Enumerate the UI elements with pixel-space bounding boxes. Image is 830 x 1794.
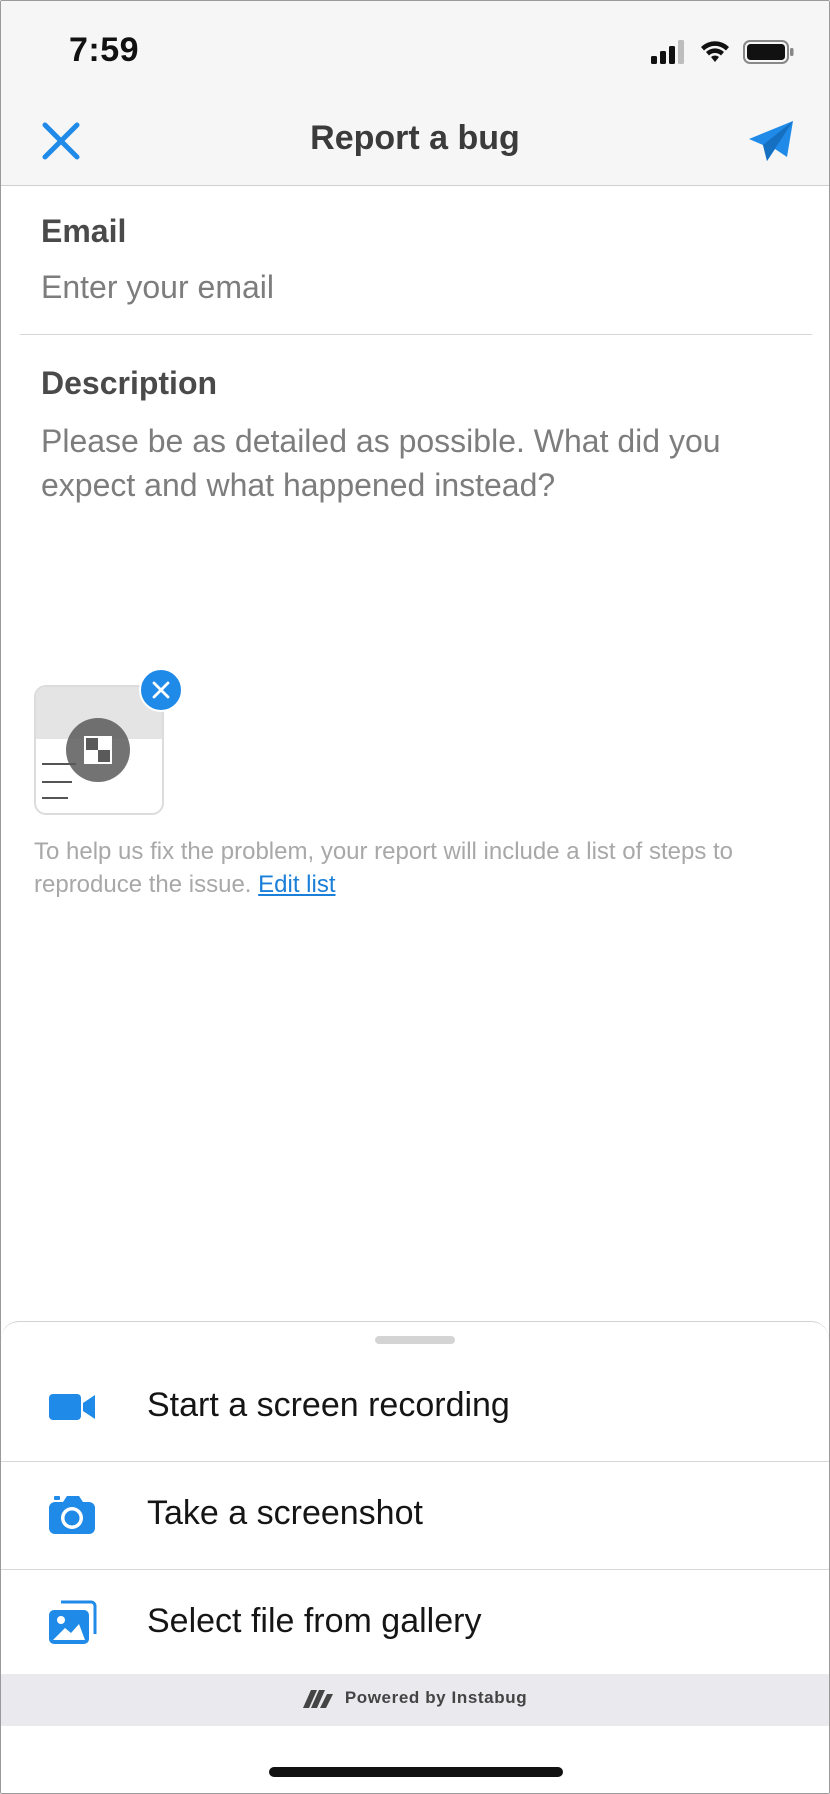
battery-icon — [743, 40, 794, 64]
sheet-item-label: Take a screenshot — [147, 1494, 423, 1532]
wifi-icon — [701, 41, 729, 62]
start-screen-recording-option[interactable]: Start a screen recording — [1, 1354, 829, 1462]
send-button[interactable] — [747, 119, 795, 163]
cellular-signal-icon — [651, 40, 684, 64]
sheet-item-label: Start a screen recording — [147, 1386, 510, 1424]
video-camera-icon — [49, 1394, 95, 1420]
app-frame: 7:59 Report a bug Email Enter your email… — [0, 0, 830, 1794]
send-icon — [749, 121, 793, 161]
steps-help-text: To help us fix the problem, your report … — [34, 835, 804, 901]
gallery-icon — [49, 1600, 97, 1644]
powered-by-text: Powered by Instabug — [344, 1688, 528, 1707]
close-icon — [152, 681, 170, 699]
email-label: Email — [41, 213, 127, 249]
home-indicator[interactable] — [269, 1767, 563, 1777]
annotate-icon[interactable] — [66, 718, 130, 782]
description-label: Description — [41, 365, 218, 401]
top-bar: 7:59 Report a bug — [1, 1, 829, 186]
remove-attachment-button[interactable] — [139, 668, 183, 712]
edit-list-link[interactable]: Edit list — [258, 871, 335, 898]
description-field[interactable] — [41, 419, 801, 599]
sheet-item-label: Select file from gallery — [147, 1602, 482, 1640]
email-field[interactable] — [41, 263, 801, 311]
status-icons — [651, 35, 795, 69]
camera-icon — [49, 1496, 95, 1534]
form-divider — [20, 334, 812, 335]
status-time: 7:59 — [69, 31, 140, 69]
thumbnail-line — [42, 797, 68, 799]
page-title: Report a bug — [310, 119, 520, 157]
take-screenshot-option[interactable]: Take a screenshot — [1, 1462, 829, 1570]
select-file-from-gallery-option[interactable]: Select file from gallery — [1, 1570, 829, 1674]
powered-by-footer: Powered by Instabug — [1, 1674, 829, 1726]
instabug-logo-icon — [302, 1689, 333, 1708]
help-text-body: To help us fix the problem, your report … — [34, 838, 733, 898]
sheet-grabber[interactable] — [375, 1336, 455, 1344]
